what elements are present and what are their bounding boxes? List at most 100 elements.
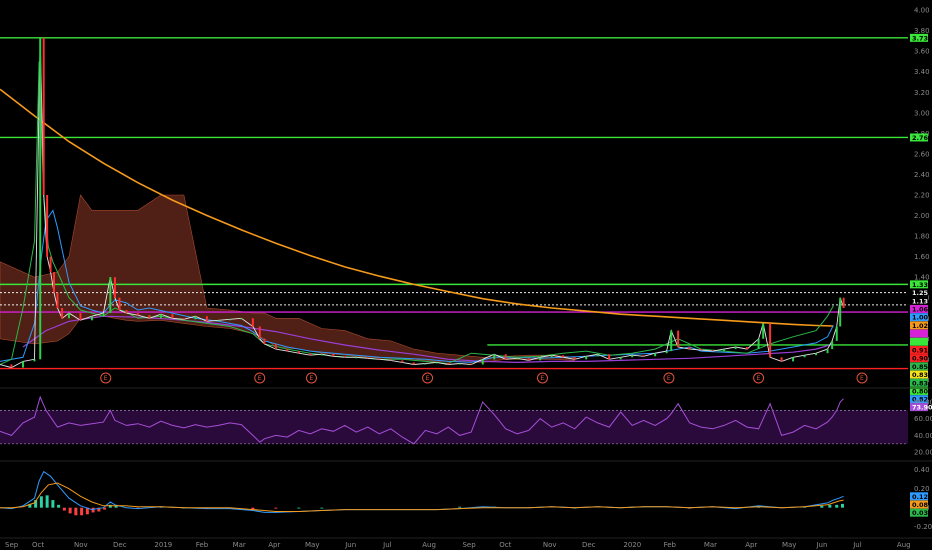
candle	[320, 354, 323, 356]
time-axis-tick: Jul	[382, 541, 392, 549]
candle	[39, 37, 42, 360]
candle	[366, 357, 369, 359]
price-tag: 0.80	[912, 387, 929, 395]
time-axis-tick: Aug	[897, 541, 911, 549]
macd-histogram-bar	[80, 507, 84, 516]
candle	[815, 353, 818, 356]
candle	[447, 362, 450, 365]
candle	[148, 315, 151, 319]
candle	[194, 316, 197, 320]
candle	[21, 361, 24, 368]
time-axis-tick: 2019	[154, 541, 172, 549]
time-axis-tick: Dec	[113, 541, 127, 549]
price-tag: 0.90	[912, 355, 929, 363]
candle	[677, 330, 680, 348]
candle	[251, 318, 254, 327]
candle	[642, 355, 645, 357]
macd-value-tag: 0.03	[912, 509, 928, 517]
macd-value-tag: 0.08	[912, 501, 929, 509]
candle	[343, 356, 346, 358]
candle	[504, 354, 507, 360]
macd-axis-tick: 0.40	[914, 466, 930, 474]
candle	[596, 354, 599, 357]
time-axis-tick: Sep	[5, 541, 19, 549]
candle	[240, 318, 243, 320]
candle	[670, 330, 673, 352]
candle	[550, 355, 553, 358]
level-tag: 3.73	[912, 34, 928, 42]
macd-histogram-bar	[74, 507, 78, 516]
price-tag: 0.85	[912, 363, 929, 371]
candle	[700, 349, 703, 351]
candle	[297, 351, 300, 354]
rsi-band	[0, 410, 908, 444]
candle	[49, 256, 52, 273]
candle	[125, 310, 128, 314]
price-tag: 1.00	[912, 314, 929, 322]
candle	[539, 357, 542, 361]
candle	[527, 358, 530, 361]
candle	[274, 343, 277, 350]
candle	[619, 357, 622, 360]
macd-histogram-bar	[45, 495, 49, 508]
candle	[118, 297, 121, 311]
earnings-marker-label: E	[541, 375, 545, 382]
candle	[493, 354, 496, 360]
candle	[481, 359, 484, 365]
time-axis-tick: Feb	[664, 541, 677, 549]
candle	[46, 195, 49, 257]
candle	[585, 356, 588, 360]
price-axis-tick: 2.20	[914, 192, 930, 200]
time-axis-tick: Apr	[268, 541, 280, 549]
candle	[67, 313, 70, 319]
price-axis-tick: 2.40	[914, 171, 930, 179]
time-axis-tick: Aug	[422, 541, 436, 549]
candle	[665, 351, 668, 354]
price-tag: 1.25	[912, 289, 929, 297]
earnings-marker-label: E	[667, 375, 671, 382]
candle	[61, 307, 64, 319]
price-axis-tick: 1.60	[914, 253, 930, 261]
candle	[780, 357, 783, 362]
price-axis-tick: 3.40	[914, 68, 930, 76]
macd-histogram-bar	[68, 507, 72, 514]
time-axis-tick: May	[782, 541, 796, 549]
candle	[516, 358, 519, 360]
earnings-marker-label: E	[757, 375, 761, 382]
candle	[803, 355, 806, 358]
time-axis-tick: Apr	[745, 541, 757, 549]
candle	[102, 313, 105, 317]
candle	[470, 363, 473, 365]
trading-chart[interactable]: 4.003.803.603.403.203.002.802.602.402.20…	[0, 0, 932, 550]
macd-histogram-bar	[57, 504, 61, 508]
candle	[205, 316, 208, 322]
time-axis-tick: Oct	[32, 541, 44, 549]
time-axis-tick: Nov	[74, 541, 88, 549]
price-tag: 1.13	[912, 297, 928, 305]
candle	[90, 316, 93, 321]
candle	[378, 358, 381, 360]
candle	[631, 355, 634, 358]
price-tag: 0.83	[912, 379, 928, 387]
candle	[562, 355, 565, 358]
macd-histogram-bar	[840, 503, 844, 508]
candle	[109, 277, 112, 314]
candle	[826, 349, 829, 354]
time-axis-tick: Mar	[233, 541, 246, 549]
candle	[42, 37, 45, 195]
candle	[217, 320, 220, 322]
earnings-marker-label: E	[860, 375, 864, 382]
time-axis-tick: Oct	[499, 541, 511, 549]
price-tag: 1.33	[912, 281, 928, 289]
candle	[159, 314, 162, 319]
candle	[458, 363, 461, 365]
price-axis-tick: 3.60	[914, 48, 930, 56]
candle	[412, 362, 415, 365]
macd-histogram-bar	[828, 504, 832, 508]
rsi-axis-tick: 20.00	[914, 449, 932, 457]
macd-axis-tick: -0.20	[914, 523, 932, 531]
candle	[608, 354, 611, 360]
price-axis-tick: 2.60	[914, 150, 930, 158]
candle	[182, 318, 185, 320]
candle	[33, 359, 36, 362]
